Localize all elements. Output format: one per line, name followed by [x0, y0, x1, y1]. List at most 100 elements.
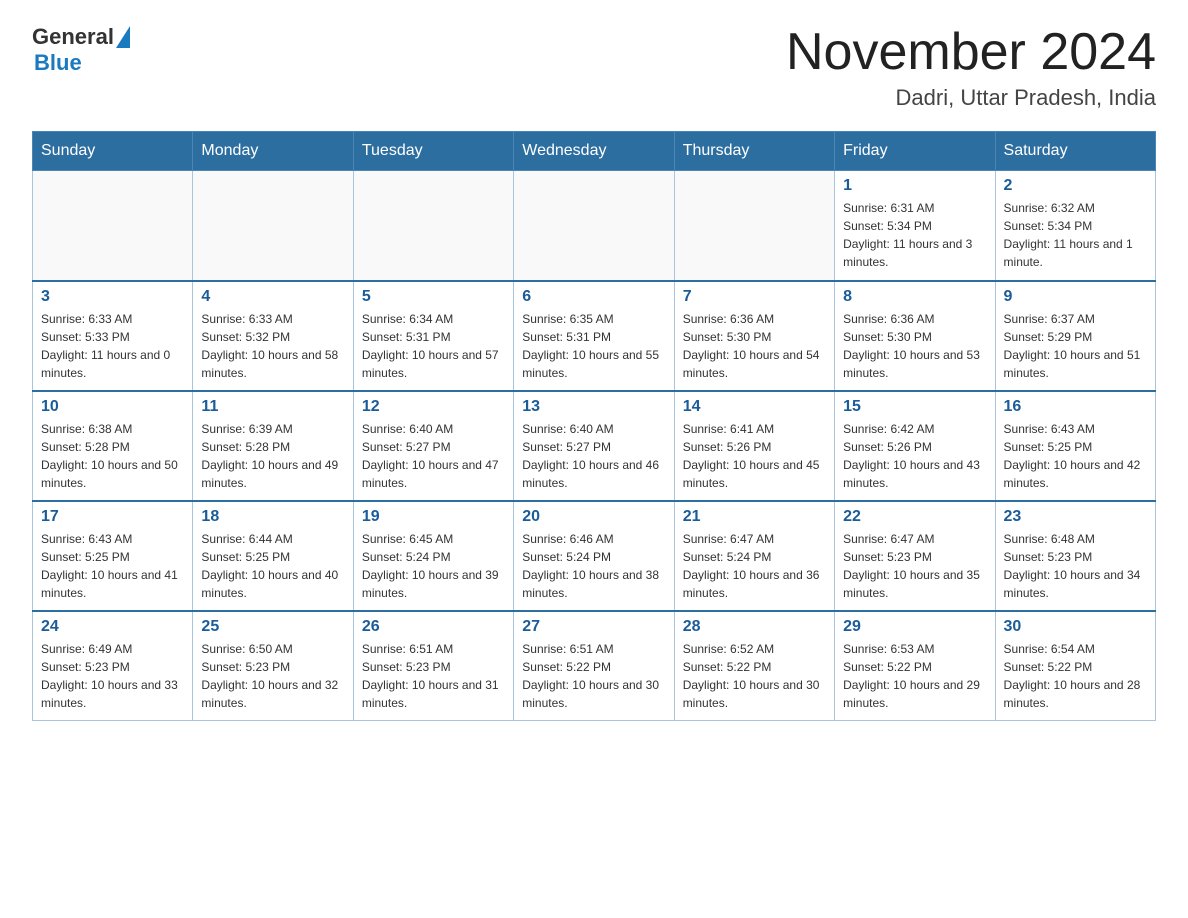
- day-info: Sunrise: 6:47 AM Sunset: 5:24 PM Dayligh…: [683, 530, 826, 602]
- day-info: Sunrise: 6:37 AM Sunset: 5:29 PM Dayligh…: [1004, 310, 1147, 382]
- days-header-row: SundayMondayTuesdayWednesdayThursdayFrid…: [33, 132, 1156, 171]
- day-info: Sunrise: 6:36 AM Sunset: 5:30 PM Dayligh…: [683, 310, 826, 382]
- calendar-cell: 5 Sunrise: 6:34 AM Sunset: 5:31 PM Daylig…: [353, 281, 513, 391]
- day-number: 20: [522, 508, 665, 526]
- day-header-tuesday: Tuesday: [353, 132, 513, 171]
- calendar-cell: 21 Sunrise: 6:47 AM Sunset: 5:24 PM Dayli…: [674, 501, 834, 611]
- day-info: Sunrise: 6:36 AM Sunset: 5:30 PM Dayligh…: [843, 310, 986, 382]
- day-info: Sunrise: 6:34 AM Sunset: 5:31 PM Dayligh…: [362, 310, 505, 382]
- day-header-sunday: Sunday: [33, 132, 193, 171]
- calendar-cell: 12 Sunrise: 6:40 AM Sunset: 5:27 PM Dayli…: [353, 391, 513, 501]
- day-info: Sunrise: 6:32 AM Sunset: 5:34 PM Dayligh…: [1004, 199, 1147, 271]
- day-number: 4: [201, 288, 344, 306]
- calendar-cell: [674, 171, 834, 281]
- day-number: 19: [362, 508, 505, 526]
- day-info: Sunrise: 6:45 AM Sunset: 5:24 PM Dayligh…: [362, 530, 505, 602]
- day-info: Sunrise: 6:48 AM Sunset: 5:23 PM Dayligh…: [1004, 530, 1147, 602]
- day-number: 29: [843, 618, 986, 636]
- day-info: Sunrise: 6:43 AM Sunset: 5:25 PM Dayligh…: [1004, 420, 1147, 492]
- day-number: 22: [843, 508, 986, 526]
- day-info: Sunrise: 6:40 AM Sunset: 5:27 PM Dayligh…: [522, 420, 665, 492]
- calendar-cell: 22 Sunrise: 6:47 AM Sunset: 5:23 PM Dayli…: [835, 501, 995, 611]
- calendar-cell: 11 Sunrise: 6:39 AM Sunset: 5:28 PM Dayli…: [193, 391, 353, 501]
- day-info: Sunrise: 6:49 AM Sunset: 5:23 PM Dayligh…: [41, 640, 184, 712]
- day-info: Sunrise: 6:54 AM Sunset: 5:22 PM Dayligh…: [1004, 640, 1147, 712]
- day-number: 27: [522, 618, 665, 636]
- calendar-cell: 18Sunrise: 6:44 AM Sunset: 5:25 PM Dayli…: [193, 501, 353, 611]
- day-info: Sunrise: 6:33 AM Sunset: 5:32 PM Dayligh…: [201, 310, 344, 382]
- day-header-saturday: Saturday: [995, 132, 1155, 171]
- day-number: 17: [41, 508, 184, 526]
- logo-top: General: [32, 24, 132, 50]
- day-info: Sunrise: 6:41 AM Sunset: 5:26 PM Dayligh…: [683, 420, 826, 492]
- calendar-cell: 20Sunrise: 6:46 AM Sunset: 5:24 PM Dayli…: [514, 501, 674, 611]
- day-number: 10: [41, 398, 184, 416]
- calendar-week-row: 10 Sunrise: 6:38 AM Sunset: 5:28 PM Dayli…: [33, 391, 1156, 501]
- title-section: November 2024 Dadri, Uttar Pradesh, Indi…: [786, 24, 1156, 111]
- calendar-cell: 14 Sunrise: 6:41 AM Sunset: 5:26 PM Dayli…: [674, 391, 834, 501]
- day-info: Sunrise: 6:39 AM Sunset: 5:28 PM Dayligh…: [201, 420, 344, 492]
- day-info: Sunrise: 6:35 AM Sunset: 5:31 PM Dayligh…: [522, 310, 665, 382]
- day-info: Sunrise: 6:40 AM Sunset: 5:27 PM Dayligh…: [362, 420, 505, 492]
- day-number: 13: [522, 398, 665, 416]
- day-number: 26: [362, 618, 505, 636]
- calendar-cell: 30Sunrise: 6:54 AM Sunset: 5:22 PM Dayli…: [995, 611, 1155, 721]
- calendar-cell: 26Sunrise: 6:51 AM Sunset: 5:23 PM Dayli…: [353, 611, 513, 721]
- calendar-cell: [33, 171, 193, 281]
- month-title: November 2024: [786, 24, 1156, 81]
- day-info: Sunrise: 6:31 AM Sunset: 5:34 PM Dayligh…: [843, 199, 986, 271]
- calendar-cell: 19 Sunrise: 6:45 AM Sunset: 5:24 PM Dayli…: [353, 501, 513, 611]
- calendar-cell: [514, 171, 674, 281]
- calendar-cell: 27Sunrise: 6:51 AM Sunset: 5:22 PM Dayli…: [514, 611, 674, 721]
- day-number: 9: [1004, 288, 1147, 306]
- day-header-thursday: Thursday: [674, 132, 834, 171]
- day-number: 2: [1004, 177, 1147, 195]
- calendar-cell: 13 Sunrise: 6:40 AM Sunset: 5:27 PM Dayli…: [514, 391, 674, 501]
- day-info: Sunrise: 6:52 AM Sunset: 5:22 PM Dayligh…: [683, 640, 826, 712]
- day-number: 11: [201, 398, 344, 416]
- page-header: General Blue November 2024 Dadri, Uttar …: [32, 24, 1156, 111]
- day-number: 25: [201, 618, 344, 636]
- day-number: 16: [1004, 398, 1147, 416]
- calendar-week-row: 3 Sunrise: 6:33 AM Sunset: 5:33 PM Daylig…: [33, 281, 1156, 391]
- calendar-cell: 10 Sunrise: 6:38 AM Sunset: 5:28 PM Dayli…: [33, 391, 193, 501]
- day-number: 28: [683, 618, 826, 636]
- day-number: 8: [843, 288, 986, 306]
- day-number: 3: [41, 288, 184, 306]
- calendar-cell: 4 Sunrise: 6:33 AM Sunset: 5:32 PM Daylig…: [193, 281, 353, 391]
- day-info: Sunrise: 6:43 AM Sunset: 5:25 PM Dayligh…: [41, 530, 184, 602]
- calendar-cell: 23 Sunrise: 6:48 AM Sunset: 5:23 PM Dayli…: [995, 501, 1155, 611]
- calendar-cell: 28 Sunrise: 6:52 AM Sunset: 5:22 PM Dayli…: [674, 611, 834, 721]
- calendar-cell: 3 Sunrise: 6:33 AM Sunset: 5:33 PM Daylig…: [33, 281, 193, 391]
- calendar-cell: 29 Sunrise: 6:53 AM Sunset: 5:22 PM Dayli…: [835, 611, 995, 721]
- calendar-cell: 17 Sunrise: 6:43 AM Sunset: 5:25 PM Dayli…: [33, 501, 193, 611]
- logo: General Blue: [32, 24, 132, 76]
- day-number: 18: [201, 508, 344, 526]
- day-number: 21: [683, 508, 826, 526]
- day-number: 5: [362, 288, 505, 306]
- calendar-cell: [353, 171, 513, 281]
- day-number: 12: [362, 398, 505, 416]
- calendar-cell: 9 Sunrise: 6:37 AM Sunset: 5:29 PM Daylig…: [995, 281, 1155, 391]
- location-subtitle: Dadri, Uttar Pradesh, India: [786, 85, 1156, 111]
- day-number: 1: [843, 177, 986, 195]
- day-number: 7: [683, 288, 826, 306]
- calendar-cell: 7 Sunrise: 6:36 AM Sunset: 5:30 PM Daylig…: [674, 281, 834, 391]
- day-number: 23: [1004, 508, 1147, 526]
- day-number: 15: [843, 398, 986, 416]
- calendar-cell: 24Sunrise: 6:49 AM Sunset: 5:23 PM Dayli…: [33, 611, 193, 721]
- calendar-cell: 6Sunrise: 6:35 AM Sunset: 5:31 PM Daylig…: [514, 281, 674, 391]
- day-info: Sunrise: 6:33 AM Sunset: 5:33 PM Dayligh…: [41, 310, 184, 382]
- day-info: Sunrise: 6:53 AM Sunset: 5:22 PM Dayligh…: [843, 640, 986, 712]
- day-info: Sunrise: 6:42 AM Sunset: 5:26 PM Dayligh…: [843, 420, 986, 492]
- day-info: Sunrise: 6:38 AM Sunset: 5:28 PM Dayligh…: [41, 420, 184, 492]
- day-info: Sunrise: 6:47 AM Sunset: 5:23 PM Dayligh…: [843, 530, 986, 602]
- logo-blue-text: Blue: [34, 50, 82, 76]
- calendar-cell: 25 Sunrise: 6:50 AM Sunset: 5:23 PM Dayli…: [193, 611, 353, 721]
- logo-triangle-icon: [116, 26, 130, 48]
- calendar-cell: 8 Sunrise: 6:36 AM Sunset: 5:30 PM Daylig…: [835, 281, 995, 391]
- calendar-cell: 2 Sunrise: 6:32 AM Sunset: 5:34 PM Daylig…: [995, 171, 1155, 281]
- day-number: 14: [683, 398, 826, 416]
- calendar-cell: [193, 171, 353, 281]
- day-info: Sunrise: 6:50 AM Sunset: 5:23 PM Dayligh…: [201, 640, 344, 712]
